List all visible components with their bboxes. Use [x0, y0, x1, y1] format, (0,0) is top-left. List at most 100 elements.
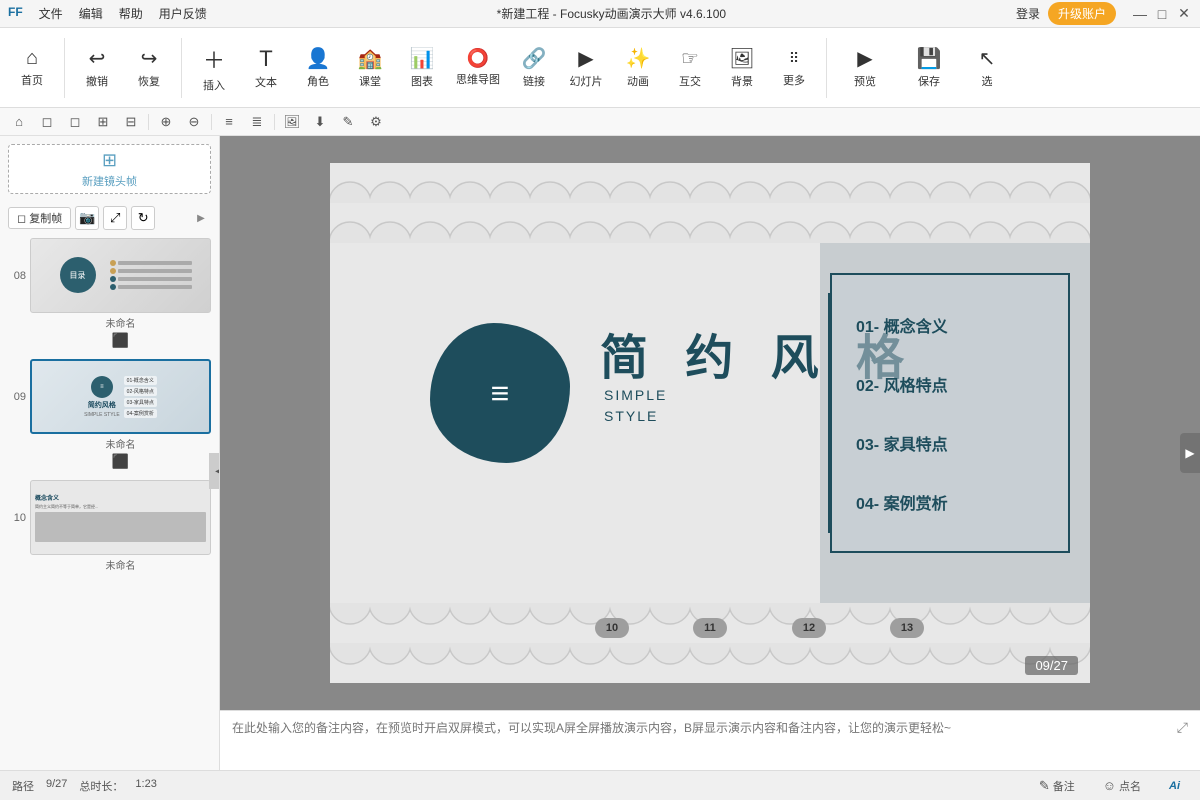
thumb08-line3 [110, 277, 192, 282]
iconbar-edit1[interactable]: ✎ [337, 111, 359, 133]
slide-row-10: 10 概念含义 简约主义简约不等于简单，它是经... [8, 480, 211, 555]
iconbar-zoom-in[interactable]: ⊕ [155, 111, 177, 133]
tool-home[interactable]: ⌂ 首页 [8, 32, 56, 104]
sidebar-toggle[interactable]: ◀ [209, 453, 220, 489]
num-bubble-13: 13 [890, 618, 924, 638]
slide-connector-08: ⬛ [8, 330, 211, 351]
scallop-top [330, 163, 1090, 243]
iconbar-edit2[interactable]: ⚙ [365, 111, 387, 133]
iconbar-frame2[interactable]: ◻ [64, 111, 86, 133]
tool-slide[interactable]: ▶ 幻灯片 [562, 32, 610, 104]
scallop-bottom-svg [330, 603, 1090, 683]
frame-actions: ◻ 复制帧 📷 ⤢ ↻ ▶ [0, 202, 219, 234]
sidebar-collapse-btn[interactable]: ▶ [191, 208, 211, 228]
slide-list: 08 目录 [0, 234, 219, 770]
slide-thumb-10[interactable]: 概念含义 简约主义简约不等于简单，它是经... [30, 480, 211, 555]
path-value: 9/27 [46, 778, 67, 794]
undo-label: 撤销 [86, 73, 108, 89]
tool-redo[interactable]: ↪ 恢复 [125, 32, 173, 104]
slide-thumb-09[interactable]: ≡ 简约风格 SIMPLE STYLE 01-概念含义 02-风格特点 03-家… [30, 359, 211, 434]
tool-interact[interactable]: ☞ 互交 [666, 32, 714, 104]
tool-animation[interactable]: ✨ 动画 [614, 32, 662, 104]
right-box-item-3: 03- 家具特点 [856, 431, 1044, 455]
menu-file[interactable]: 文件 [39, 5, 63, 22]
preview-label: 预览 [854, 73, 876, 89]
menu-ff[interactable]: FF [8, 5, 23, 22]
tool-insert[interactable]: ＋ 插入 [190, 32, 238, 104]
iconbar-home[interactable]: ⌂ [8, 111, 30, 133]
login-button[interactable]: 登录 [1016, 5, 1040, 22]
teal-symbol: ≡ [491, 375, 510, 412]
right-content-box[interactable]: 01- 概念含义 02- 风格特点 03- 家具特点 04- 案例赏析 [830, 273, 1070, 553]
thumb09-card1: 01-概念含义 [124, 376, 157, 385]
new-frame-button[interactable]: ⊞ 新建镜头帧 [8, 144, 211, 194]
maximize-button[interactable]: □ [1154, 6, 1170, 22]
slide-sub-title[interactable]: SIMPLE STYLE [604, 385, 667, 427]
notes-input[interactable] [232, 719, 1177, 747]
right-box-item-1: 01- 概念含义 [856, 313, 1044, 337]
canvas-area: ≡ 简 约 风 格 SIMPLE STYLE 01- 概念含义 02- 风格特 [220, 136, 1200, 770]
ai-button[interactable]: Ai [1161, 778, 1188, 794]
slide-num-08: 08 [8, 270, 26, 282]
tool-character[interactable]: 👤 角色 [294, 32, 342, 104]
titlebar: FF 文件 编辑 帮助 用户反馈 *新建工程 - Focusky动画演示大师 v… [0, 0, 1200, 28]
tool-select[interactable]: ↖ 选 [963, 32, 1011, 104]
tool-link[interactable]: 🔗 链接 [510, 32, 558, 104]
thumb08-right [110, 246, 192, 304]
main-toolbar: ⌂ 首页 ↩ 撤销 ↪ 恢复 ＋ 插入 T 文本 👤 角色 🏫 课堂 📊 图表 … [0, 28, 1200, 108]
tool-mindmap[interactable]: ⭕ 思维导图 [450, 32, 506, 104]
camera-button[interactable]: 📷 [75, 206, 99, 230]
menu-feedback[interactable]: 用户反馈 [159, 5, 207, 22]
iconbar: ⌂ ◻ ◻ ⊞ ⊟ ⊕ ⊖ ≡ ≣ 🖼 ⬇ ✎ ⚙ [0, 108, 1200, 136]
iconbar-export[interactable]: ⬇ [309, 111, 331, 133]
loop-button[interactable]: ↻ [131, 206, 155, 230]
redo-label: 恢复 [138, 73, 160, 89]
menu-help[interactable]: 帮助 [119, 5, 143, 22]
right-panel-toggle[interactable]: ▶ [1180, 433, 1200, 473]
slide-thumb-08[interactable]: 目录 [30, 238, 211, 313]
save-icon: 💾 [917, 46, 942, 71]
iconbar-zoom-out[interactable]: ⊖ [183, 111, 205, 133]
mindmap-label: 思维导图 [456, 71, 500, 87]
iconbar-align1[interactable]: ≡ [218, 111, 240, 133]
classroom-icon: 🏫 [358, 46, 383, 71]
copy-frame-button[interactable]: ◻ 复制帧 [8, 207, 71, 229]
iconbar-frame4[interactable]: ⊟ [120, 111, 142, 133]
slide-item-09: 09 ≡ 简约风格 SIMPLE STYLE 01-概念含义 02-风格特点 0… [0, 355, 219, 476]
tool-preview[interactable]: ▶ 预览 [835, 32, 895, 104]
tool-text[interactable]: T 文本 [242, 32, 290, 104]
animation-icon: ✨ [626, 46, 651, 71]
tool-more[interactable]: ⠿ 更多 [770, 32, 818, 104]
points-button[interactable]: ☺ 点名 [1095, 776, 1149, 796]
tool-chart[interactable]: 📊 图表 [398, 32, 446, 104]
iconbar-img[interactable]: 🖼 [281, 111, 303, 133]
redo-icon: ↪ [141, 46, 158, 71]
preview-icon: ▶ [857, 46, 872, 71]
iconbar-div2 [211, 114, 212, 130]
tool-classroom[interactable]: 🏫 课堂 [346, 32, 394, 104]
tool-undo[interactable]: ↩ 撤销 [73, 32, 121, 104]
fit-button[interactable]: ⤢ [103, 206, 127, 230]
notes-expand-icon[interactable]: ⤢ [1177, 719, 1188, 736]
tool-save[interactable]: 💾 保存 [899, 32, 959, 104]
notes-icon: ✎ [1039, 778, 1050, 794]
thumb09-title: 简约风格 [88, 400, 116, 410]
slide-content[interactable]: ≡ 简 约 风 格 SIMPLE STYLE 01- 概念含义 02- 风格特 [330, 163, 1090, 683]
iconbar-frame1[interactable]: ◻ [36, 111, 58, 133]
iconbar-align2[interactable]: ≣ [246, 111, 268, 133]
close-button[interactable]: ✕ [1176, 6, 1192, 22]
minimize-button[interactable]: — [1132, 6, 1148, 22]
thumb08-left: 目录 [49, 246, 106, 304]
canvas[interactable]: ≡ 简 约 风 格 SIMPLE STYLE 01- 概念含义 02- 风格特 [220, 136, 1200, 710]
scallop-bottom [330, 603, 1090, 683]
num-bubble-12: 12 [792, 618, 826, 638]
upgrade-button[interactable]: 升级账户 [1048, 2, 1116, 25]
slide-counter: 09/27 [1025, 656, 1078, 675]
notes-button[interactable]: ✎ 备注 [1031, 776, 1083, 796]
thumb10-text: 简约主义简约不等于简单，它是经... [35, 504, 98, 510]
animation-label: 动画 [627, 73, 649, 89]
iconbar-frame3[interactable]: ⊞ [92, 111, 114, 133]
iconbar-div1 [148, 114, 149, 130]
tool-background[interactable]: 🖼 背景 [718, 32, 766, 104]
menu-edit[interactable]: 编辑 [79, 5, 103, 22]
